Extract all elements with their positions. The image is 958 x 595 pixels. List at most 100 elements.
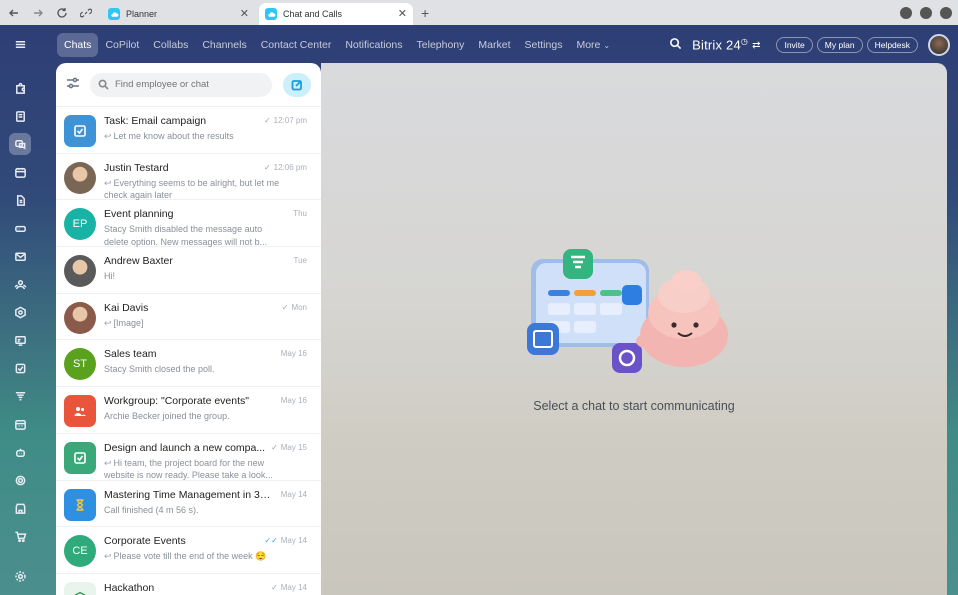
chat-time: ✓ 12:06 pm <box>264 163 307 172</box>
chat-time: May 14 <box>281 490 307 499</box>
task-icon <box>64 441 96 474</box>
chat-time-label: May 16 <box>280 396 307 406</box>
feed-icon[interactable] <box>9 105 31 127</box>
hexagon-icon[interactable] <box>9 301 31 323</box>
cloud-icon[interactable] <box>940 6 952 19</box>
chat-row[interactable]: CE Corporate Events ✓✓ May 14 ↩ Please vote t… <box>56 527 321 574</box>
chat-time: ✓ Mon <box>282 303 307 312</box>
nav-chats[interactable]: Chats <box>57 33 99 57</box>
settings-gear-icon[interactable] <box>9 565 31 587</box>
chat-row[interactable]: ST Sales team May 16 Stacy Smith closed the… <box>56 340 321 388</box>
tab-chat-and-calls[interactable]: Chat and Calls ✕ <box>259 3 413 25</box>
contact-center-icon[interactable] <box>9 329 31 351</box>
booking-icon[interactable] <box>9 413 31 435</box>
new-chat-button[interactable] <box>283 72 311 97</box>
user-avatar <box>64 255 96 288</box>
check-icon: ✓ <box>263 162 271 172</box>
chat-time-label: Thu <box>293 209 307 219</box>
chat-message-text: [Image] <box>113 317 144 328</box>
tasks-icon[interactable] <box>9 357 31 379</box>
double-check-icon: ✓✓ <box>264 536 278 546</box>
close-icon[interactable]: ✕ <box>398 7 407 20</box>
chat-rows: Task: Email campaign ✓ 12:07 pm ↩ Let me kno… <box>56 107 321 595</box>
reply-icon: ↩ <box>104 131 112 141</box>
chat-time: ✓✓ May 14 <box>264 536 307 545</box>
chat-row[interactable]: EP Event planning Thu Stacy Smith disabled … <box>56 200 321 248</box>
drive-icon[interactable] <box>9 217 31 239</box>
search-icon <box>98 79 109 90</box>
chat-name: Event planning <box>104 208 174 221</box>
chat-time: ✓ 12:07 pm <box>264 116 307 125</box>
helpdesk-button[interactable]: Helpdesk <box>866 37 918 53</box>
calendar-icon[interactable] <box>9 161 31 183</box>
search-icon[interactable] <box>669 37 682 53</box>
chat-time-label: Mon <box>291 302 307 312</box>
mail-icon[interactable] <box>9 245 31 267</box>
bitrix-cloud-icon <box>108 8 120 20</box>
tab-label: Chat and Calls <box>283 9 343 19</box>
link-icon[interactable] <box>76 3 96 23</box>
reply-icon: ↩ <box>104 551 112 562</box>
reply-icon: ↩ <box>104 317 112 328</box>
history-icon[interactable] <box>920 6 932 19</box>
nav-more[interactable]: More ⌄ <box>569 33 617 57</box>
nav-telephony[interactable]: Telephony <box>410 33 472 57</box>
nav-collabs[interactable]: Collabs <box>146 33 195 57</box>
chat-name: Kai Davis <box>104 301 149 314</box>
forward-icon[interactable] <box>28 3 48 23</box>
chat-row[interactable]: Hackathon ✓ May 14 <box>56 574 321 595</box>
robot-icon[interactable] <box>9 441 31 463</box>
tab-planner[interactable]: Planner ✕ <box>102 3 255 25</box>
new-tab-icon[interactable]: + <box>421 5 429 21</box>
filter-icon[interactable] <box>66 76 80 93</box>
chat-row[interactable]: Mastering Time Management in 30... May 14… <box>56 481 321 528</box>
hourglass-icon <box>64 488 96 521</box>
group-icon <box>64 395 96 428</box>
brand-logo[interactable]: Bitrix 24◷ <box>692 37 748 52</box>
search-box[interactable] <box>90 72 272 97</box>
nav-market[interactable]: Market <box>471 33 517 57</box>
nav-settings[interactable]: Settings <box>518 33 570 57</box>
user-avatar <box>64 161 96 194</box>
chat-message-text: Hi! <box>104 271 115 282</box>
chevron-down-icon: ⌄ <box>603 40 611 50</box>
search-input[interactable] <box>114 79 264 90</box>
chat-last-message: ↩ Everything seems to be alright, but let… <box>104 177 288 202</box>
chat-row[interactable]: Design and launch a new compa... ✓ May 15 ↩… <box>56 434 321 481</box>
menu-icon[interactable] <box>9 33 31 55</box>
empty-state-text: Select a chat to start communicating <box>533 399 735 413</box>
store-icon[interactable] <box>9 497 31 519</box>
chat-row[interactable]: Workgroup: "Corporate events" May 16 Archi… <box>56 387 321 434</box>
funnel-icon[interactable] <box>9 385 31 407</box>
chat-last-message: ↩ Please vote till the end of the week 😌 <box>104 550 288 563</box>
chat-row[interactable]: Kai Davis ✓ Mon ↩ [Image] <box>56 294 321 341</box>
nav-copilot[interactable]: CoPilot <box>98 33 146 57</box>
chat-empty-state: Select a chat to start communicating <box>321 63 947 595</box>
download-icon[interactable] <box>900 6 912 19</box>
team-icon[interactable] <box>9 273 31 295</box>
nav-contact-center[interactable]: Contact Center <box>254 33 339 57</box>
chat-time-label: May 16 <box>280 349 307 359</box>
chat-row[interactable]: Task: Email campaign ✓ 12:07 pm ↩ Let me kno… <box>56 107 321 154</box>
chat-icon[interactable] <box>9 133 31 155</box>
my-plan-button[interactable]: My plan <box>816 37 863 53</box>
chat-avatar-initials: EP <box>64 208 96 241</box>
back-icon[interactable] <box>4 3 24 23</box>
swap-icon[interactable]: ⇄ <box>752 40 760 51</box>
nav-notifications[interactable]: Notifications <box>338 33 409 57</box>
chat-last-message: Call finished (4 m 56 s). <box>104 504 288 517</box>
reply-icon: ↩ <box>104 177 112 188</box>
cart-icon[interactable] <box>9 525 31 547</box>
document-icon[interactable] <box>9 189 31 211</box>
user-avatar[interactable] <box>928 34 950 56</box>
invite-button[interactable]: Invite <box>776 37 813 53</box>
target-icon[interactable] <box>9 469 31 491</box>
check-icon: ✓ <box>271 442 278 452</box>
chat-row[interactable]: Justin Testard ✓ 12:06 pm ↩ Everything seems… <box>56 154 321 201</box>
nav-channels[interactable]: Channels <box>195 33 253 57</box>
chat-row[interactable]: Andrew Baxter Tue Hi! <box>56 247 321 294</box>
reload-icon[interactable] <box>52 3 72 23</box>
chat-time: Tue <box>294 256 308 265</box>
puzzle-icon[interactable] <box>9 77 31 99</box>
close-icon[interactable]: ✕ <box>240 7 249 20</box>
